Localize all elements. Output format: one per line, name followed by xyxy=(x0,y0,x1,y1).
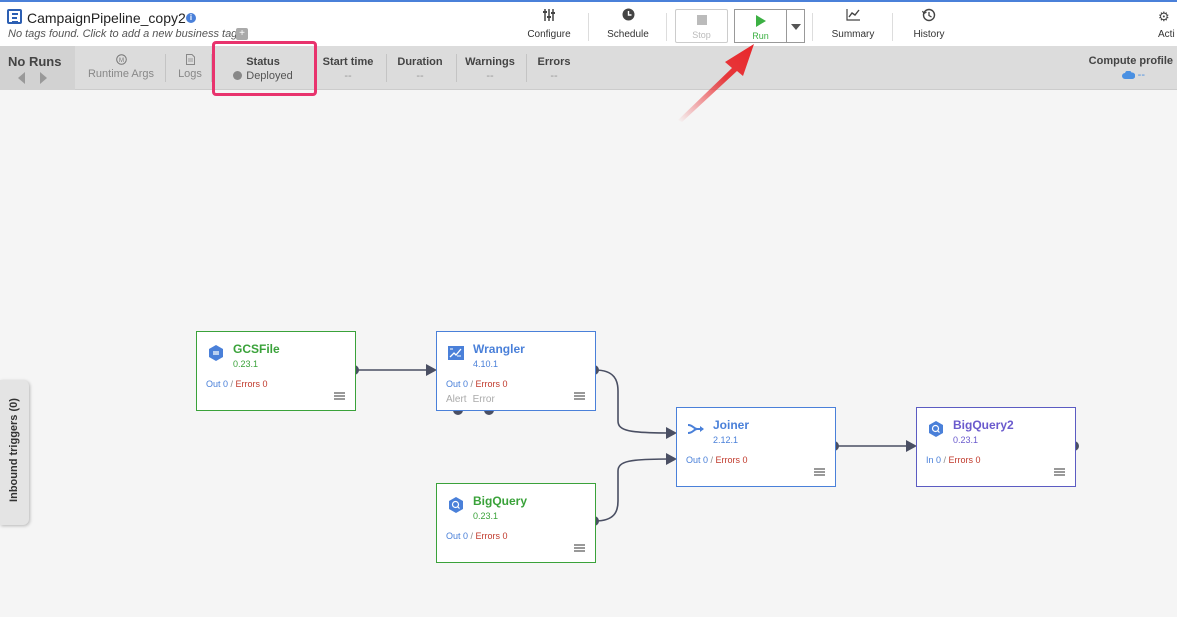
pipeline-header: CampaignPipeline_copy2 i No tags found. … xyxy=(0,0,1177,46)
document-icon xyxy=(176,54,204,66)
edge-wrangler-joiner xyxy=(594,369,671,434)
next-run-icon[interactable] xyxy=(40,72,47,84)
node-menu-icon[interactable] xyxy=(574,392,585,400)
no-runs-label: No Runs xyxy=(8,54,62,69)
runbar-divider xyxy=(526,54,527,82)
node-menu-icon[interactable] xyxy=(334,392,345,400)
run-summary-bar: No Runs M Runtime Args Logs Status Deplo… xyxy=(0,46,1177,90)
runbar-divider xyxy=(386,54,387,82)
line-chart-icon xyxy=(827,8,879,26)
toolbar-divider xyxy=(892,13,893,41)
toolbar-divider xyxy=(588,13,589,41)
node-menu-icon[interactable] xyxy=(1054,468,1065,476)
logs-button[interactable]: Logs xyxy=(176,54,204,80)
edge-bigquery-joiner xyxy=(594,458,671,522)
summary-button[interactable]: Summary xyxy=(827,8,879,40)
cloud-icon xyxy=(1121,70,1135,79)
warnings-section: Warnings -- xyxy=(465,56,515,82)
compute-profile[interactable]: Compute profile -- xyxy=(1089,55,1173,81)
gear-icon: ⚙ xyxy=(1158,9,1170,24)
toolbar-divider xyxy=(812,13,813,41)
wrangler-icon xyxy=(448,346,464,360)
status-highlight-box xyxy=(212,41,317,96)
schedule-button[interactable]: Schedule xyxy=(603,8,653,40)
pipeline-icon xyxy=(7,9,22,24)
error-port-label: Error xyxy=(472,394,495,405)
runtime-args-button[interactable]: M Runtime Args xyxy=(86,54,156,80)
alert-port-label: Alert xyxy=(446,394,467,405)
runbar-divider xyxy=(456,54,457,82)
stop-icon xyxy=(696,15,707,25)
info-icon[interactable]: i xyxy=(186,13,196,23)
start-time-section: Start time -- xyxy=(322,56,374,82)
runtime-args-icon: M xyxy=(86,54,156,66)
actions-button[interactable]: ⚙ Acti xyxy=(1158,8,1177,40)
business-tags-text[interactable]: No tags found. Click to add a new busine… xyxy=(8,28,240,40)
run-navigator: No Runs xyxy=(0,46,75,90)
pipeline-canvas[interactable]: GCSFile 0.23.1 Out 0 / Errors 0 Wrangler… xyxy=(0,91,1177,617)
node-bigquery2[interactable]: BigQuery2 0.23.1 In 0 / Errors 0 xyxy=(916,407,1076,487)
clock-icon xyxy=(603,8,653,26)
toolbar-divider xyxy=(666,13,667,41)
sliders-icon xyxy=(524,8,574,26)
duration-section: Duration -- xyxy=(397,56,443,82)
chevron-down-icon xyxy=(791,24,801,30)
pipeline-title: CampaignPipeline_copy2 xyxy=(27,10,186,26)
node-bigquery[interactable]: BigQuery 0.23.1 Out 0 / Errors 0 xyxy=(436,483,596,563)
bigquery-hexagon-icon xyxy=(929,421,943,437)
svg-text:M: M xyxy=(119,58,124,64)
node-menu-icon[interactable] xyxy=(814,468,825,476)
bigquery-hexagon-icon xyxy=(449,497,463,513)
joiner-icon xyxy=(687,424,704,434)
previous-run-icon[interactable] xyxy=(18,72,25,84)
runbar-divider xyxy=(165,54,166,82)
run-options-dropdown[interactable] xyxy=(786,9,805,43)
node-gcsfile[interactable]: GCSFile 0.23.1 Out 0 / Errors 0 xyxy=(196,331,356,411)
gcs-hexagon-icon xyxy=(209,345,223,361)
configure-button[interactable]: Configure xyxy=(524,8,574,40)
node-joiner[interactable]: Joiner 2.12.1 Out 0 / Errors 0 xyxy=(676,407,836,487)
play-icon xyxy=(755,15,766,27)
history-button[interactable]: History xyxy=(906,8,952,40)
node-wrangler[interactable]: Wrangler 4.10.1 Out 0 / Errors 0 Alert Er… xyxy=(436,331,596,411)
node-menu-icon[interactable] xyxy=(574,544,585,552)
add-tag-button[interactable]: + xyxy=(236,28,248,40)
errors-section: Errors -- xyxy=(537,56,571,82)
history-icon xyxy=(906,8,952,26)
compute-profile-value: -- xyxy=(1137,69,1145,81)
